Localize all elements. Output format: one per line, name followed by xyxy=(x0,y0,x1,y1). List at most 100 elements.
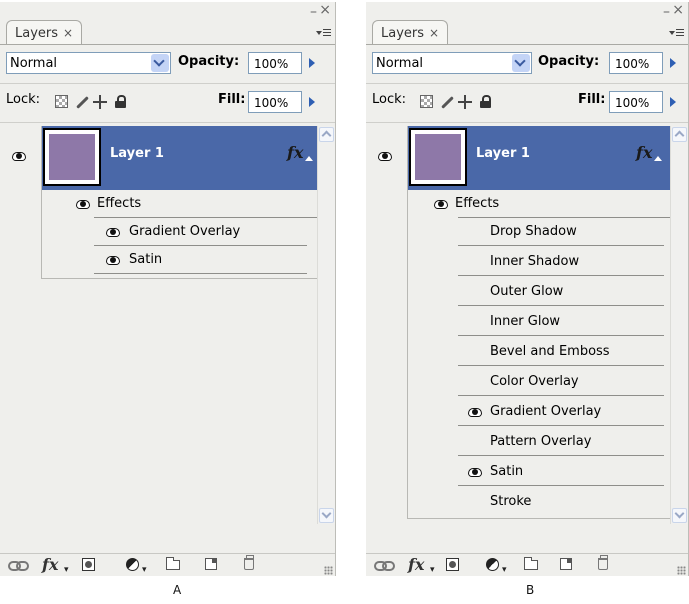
link-layers-icon[interactable] xyxy=(374,558,395,572)
new-group-icon[interactable] xyxy=(166,557,180,570)
effect-row[interactable]: Gradient Overlay xyxy=(458,398,664,426)
opacity-label: Opacity: xyxy=(538,54,600,69)
effect-row[interactable]: Drop Shadow xyxy=(458,218,664,246)
scroll-up-icon[interactable] xyxy=(672,127,687,142)
layers-panel-a: Layers × – × Normal Opacity: 100% Lock: F… xyxy=(0,2,336,576)
delete-layer-icon[interactable] xyxy=(598,555,608,570)
effect-row[interactable]: Satin xyxy=(458,458,664,486)
fill-input[interactable]: 100% xyxy=(248,91,302,113)
blend-mode-select[interactable]: Normal xyxy=(6,52,171,74)
tab-close-icon[interactable]: × xyxy=(63,26,73,40)
dropdown-arrow-icon[interactable] xyxy=(512,54,530,72)
selected-layer[interactable]: Layer 1 fx xyxy=(42,126,317,190)
panel-menu-icon[interactable] xyxy=(316,26,331,40)
minimize-icon[interactable]: – xyxy=(310,4,317,20)
resize-grip-icon[interactable] xyxy=(324,566,333,575)
fill-slider-arrow-icon[interactable] xyxy=(664,91,682,113)
blend-mode-select[interactable]: Normal xyxy=(372,52,532,74)
scroll-up-icon[interactable] xyxy=(319,127,334,142)
resize-grip-icon[interactable] xyxy=(677,566,686,575)
close-icon[interactable]: × xyxy=(319,2,331,18)
layer-thumbnail xyxy=(43,128,101,186)
effect-row[interactable]: Outer Glow xyxy=(458,278,664,306)
add-layer-style-icon[interactable]: fx xyxy=(42,557,58,573)
effect-name: Pattern Overlay xyxy=(490,434,592,449)
expand-effects-arrow-icon[interactable] xyxy=(305,152,313,161)
layers-panel-b: Layers × – × Normal Opacity: 100% Lock: F… xyxy=(366,2,689,576)
lock-row: Lock: Fill: 100% xyxy=(0,88,335,116)
adjustment-layer-icon[interactable] xyxy=(126,558,139,571)
scroll-down-icon[interactable] xyxy=(319,508,334,523)
lock-image-pixels-icon[interactable] xyxy=(438,95,454,108)
layers-scrollbar[interactable] xyxy=(670,126,688,524)
panel-menu-icon[interactable] xyxy=(669,26,684,40)
link-layers-icon[interactable] xyxy=(8,558,29,572)
scroll-down-icon[interactable] xyxy=(672,508,687,523)
figure-caption-a: A xyxy=(173,583,182,597)
expand-effects-arrow-icon[interactable] xyxy=(654,152,662,161)
selected-layer[interactable]: Layer 1 fx xyxy=(408,126,670,190)
lock-transparent-pixels-icon[interactable] xyxy=(420,95,433,108)
effect-row[interactable]: Pattern Overlay xyxy=(458,428,664,456)
dropdown-arrow-icon[interactable] xyxy=(151,54,169,72)
layers-bottom-toolbar: fx ▾ ▾ xyxy=(0,553,335,576)
layers-tab[interactable]: Layers × xyxy=(372,20,449,45)
lock-position-icon[interactable] xyxy=(93,95,107,109)
layer-name: Layer 1 xyxy=(476,146,530,161)
effect-name: Satin xyxy=(490,464,524,479)
eye-icon[interactable] xyxy=(12,152,26,161)
layers-scrollbar[interactable] xyxy=(317,126,335,524)
panel-tab-bar: Layers × – × xyxy=(366,2,688,45)
lock-all-icon[interactable] xyxy=(480,95,491,108)
opacity-slider-arrow-icon[interactable] xyxy=(303,52,321,74)
fill-slider-arrow-icon[interactable] xyxy=(303,91,321,113)
close-icon[interactable]: × xyxy=(672,2,684,18)
layers-tab[interactable]: Layers × xyxy=(6,20,83,45)
lock-position-icon[interactable] xyxy=(458,95,472,109)
delete-layer-icon[interactable] xyxy=(244,555,254,570)
effects-eye-icon[interactable] xyxy=(76,200,90,209)
opacity-input[interactable]: 100% xyxy=(248,52,302,74)
fx-icon[interactable]: fx xyxy=(287,143,303,162)
effect-eye-icon[interactable] xyxy=(468,468,482,477)
visibility-column[interactable] xyxy=(0,126,42,190)
lock-transparent-pixels-icon[interactable] xyxy=(55,95,68,108)
effect-name: Stroke xyxy=(490,494,532,509)
fill-input[interactable]: 100% xyxy=(609,91,663,113)
effect-row[interactable]: Gradient Overlay xyxy=(94,218,307,246)
effect-row[interactable]: Inner Glow xyxy=(458,308,664,336)
visibility-column[interactable] xyxy=(366,126,408,190)
figure-caption-b: B xyxy=(526,583,535,597)
layer-row[interactable]: Layer 1 fx xyxy=(366,126,670,190)
opacity-slider-arrow-icon[interactable] xyxy=(664,52,682,74)
lock-all-icon[interactable] xyxy=(115,95,126,108)
effect-row[interactable]: Satin xyxy=(94,246,307,274)
new-layer-icon[interactable] xyxy=(560,558,572,570)
eye-icon[interactable] xyxy=(378,152,392,161)
lock-image-pixels-icon[interactable] xyxy=(73,95,89,108)
effects-row[interactable]: Effects xyxy=(408,190,670,218)
effects-eye-icon[interactable] xyxy=(434,200,448,209)
opacity-input[interactable]: 100% xyxy=(609,52,663,74)
effect-eye-icon[interactable] xyxy=(106,228,120,237)
effect-eye-icon[interactable] xyxy=(468,408,482,417)
effect-row[interactable]: Color Overlay xyxy=(458,368,664,396)
add-layer-style-icon[interactable]: fx xyxy=(408,557,424,573)
new-group-icon[interactable] xyxy=(524,557,538,570)
adjustment-layer-icon[interactable] xyxy=(486,558,499,571)
effects-row[interactable]: Effects xyxy=(42,190,317,218)
effect-row[interactable]: Stroke xyxy=(458,488,664,516)
add-mask-icon[interactable] xyxy=(82,558,95,571)
fx-icon[interactable]: fx xyxy=(636,143,652,162)
effect-row[interactable]: Inner Shadow xyxy=(458,248,664,276)
layer-row[interactable]: Layer 1 fx xyxy=(0,126,317,190)
effect-eye-icon[interactable] xyxy=(106,256,120,265)
add-mask-icon[interactable] xyxy=(446,558,459,571)
minimize-icon[interactable]: – xyxy=(663,4,670,20)
effect-name: Bevel and Emboss xyxy=(490,344,610,359)
tab-close-icon[interactable]: × xyxy=(429,26,439,40)
layer-thumbnail-fill xyxy=(49,134,95,180)
new-layer-icon[interactable] xyxy=(205,558,217,570)
layer-thumbnail xyxy=(409,128,467,186)
effect-row[interactable]: Bevel and Emboss xyxy=(458,338,664,366)
